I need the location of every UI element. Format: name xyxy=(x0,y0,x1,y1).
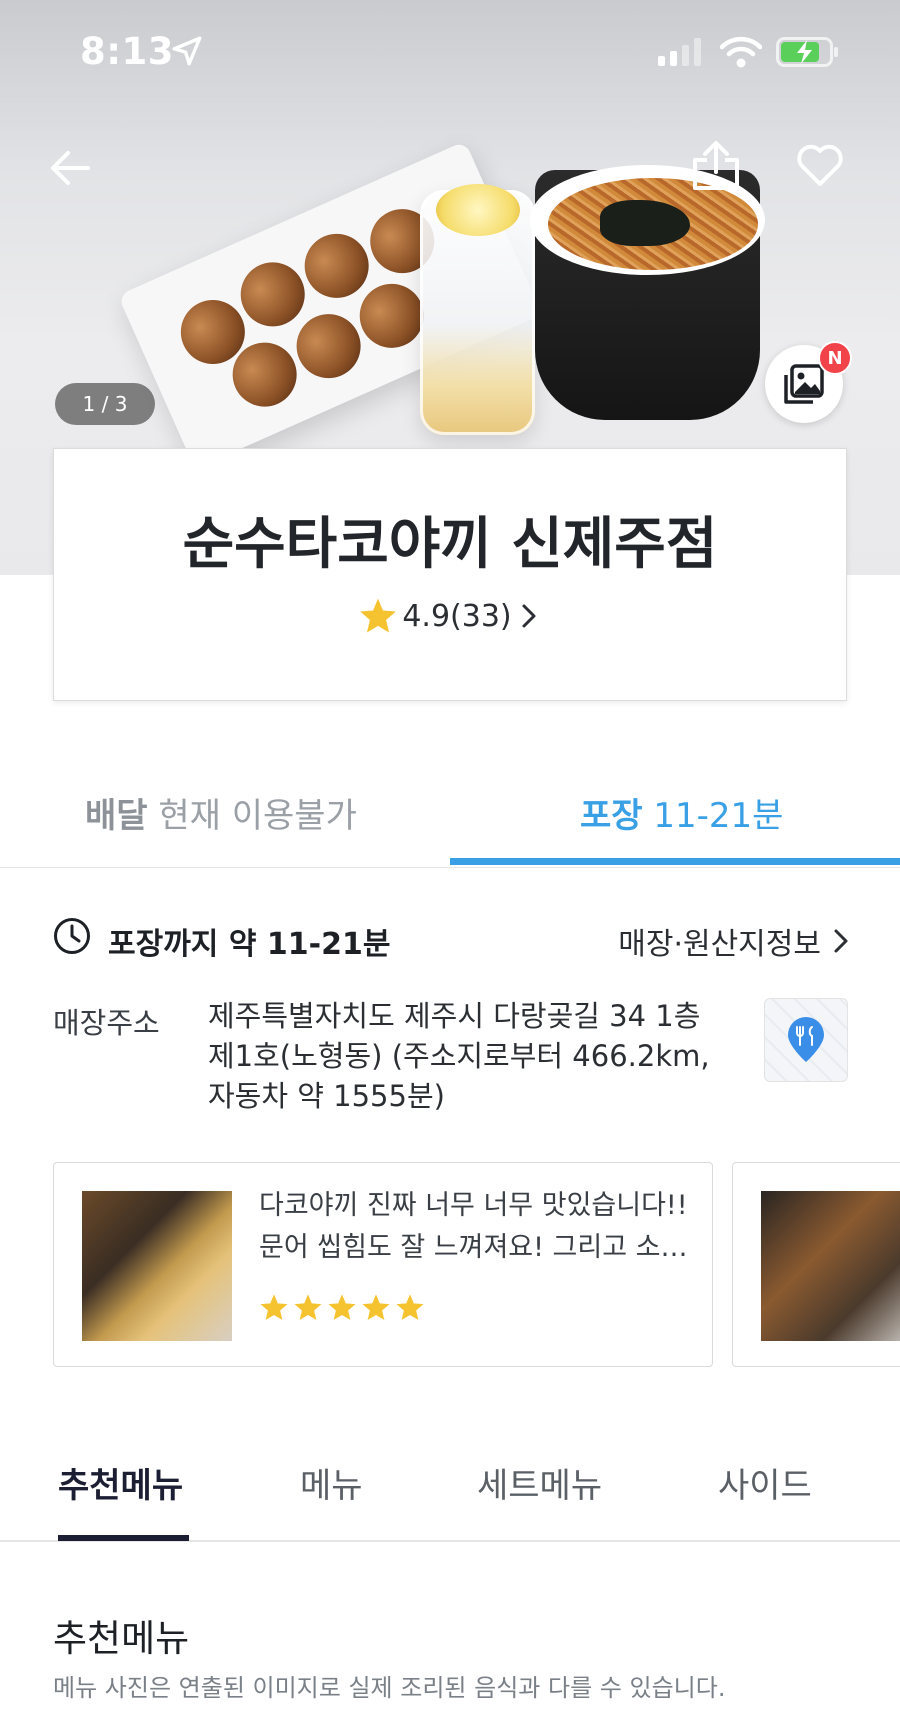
share-icon xyxy=(693,141,739,190)
gallery-icon xyxy=(784,364,824,404)
address-label: 매장주소 xyxy=(53,1006,160,1040)
status-bar: 8:13 xyxy=(0,0,900,100)
tab-delivery[interactable]: 배달 현재 이용불가 xyxy=(85,788,357,837)
address-line: 제주특별자치도 제주시 다랑곶길 34 1층 xyxy=(208,999,701,1033)
star-icon xyxy=(328,1294,356,1320)
active-tab-indicator xyxy=(58,1535,189,1541)
seaweed-image xyxy=(600,200,690,246)
chevron-right-icon xyxy=(522,604,536,628)
store-title-card: 순수타코야끼 신제주점 4.9(33) xyxy=(53,448,847,701)
pickup-estimate: 포장까지 약 11-21분 xyxy=(108,927,391,962)
review-photo xyxy=(82,1191,232,1341)
rating-link[interactable]: 4.9(33) xyxy=(54,597,846,635)
star-icon xyxy=(294,1294,322,1320)
address-line: 제1호(노형동) (주소지로부터 466.2km, xyxy=(208,1039,710,1073)
map-pin-restaurant-icon xyxy=(788,1017,824,1062)
origin-link-label: 매장·원산지정보 xyxy=(618,927,821,962)
delivery-label: 배달 xyxy=(85,796,148,836)
takoyaki-ball xyxy=(286,303,371,389)
tab-pickup[interactable]: 포장 11-21분 xyxy=(580,788,783,837)
address-text: 제주특별자치도 제주시 다랑곶길 34 1층 제1호(노형동) (주소지로부터 … xyxy=(208,996,738,1116)
address-line: 자동차 약 1555분) xyxy=(208,1079,445,1113)
map-button[interactable] xyxy=(764,998,848,1082)
tab-recommended-menu[interactable]: 추천메뉴 xyxy=(58,1458,183,1507)
pickup-time: 11-21분 xyxy=(653,796,784,836)
back-button[interactable] xyxy=(40,138,100,198)
section-note: 메뉴 사진은 연출된 이미지로 실제 조리된 음식과 다를 수 있습니다. xyxy=(53,1674,726,1702)
lemon-slice-image xyxy=(436,184,520,236)
favorite-button[interactable] xyxy=(790,136,850,196)
review-text: 다코야끼 진짜 너무 너무 맛있습니다!! 문어 씹힘도 잘 느껴져요! 그리고… xyxy=(259,1185,689,1269)
order-mode-tabs: 배달 현재 이용불가 포장 11-21분 xyxy=(0,750,900,868)
wifi-icon xyxy=(720,36,762,68)
rating-value: 4.9(33) xyxy=(402,598,512,634)
store-origin-info-link[interactable]: 매장·원산지정보 xyxy=(618,919,853,963)
location-arrow-icon xyxy=(172,36,202,66)
image-counter: 1 / 3 xyxy=(55,383,155,425)
review-line: 다코야끼 진짜 너무 너무 맛있습니다!! xyxy=(259,1190,688,1221)
heart-icon xyxy=(797,144,843,186)
tab-set-menu[interactable]: 세트메뉴 xyxy=(477,1458,602,1507)
back-arrow-icon xyxy=(51,151,90,185)
tab-side[interactable]: 사이드 xyxy=(718,1458,812,1507)
review-card-next[interactable] xyxy=(732,1162,900,1367)
tab-menu[interactable]: 메뉴 xyxy=(300,1458,363,1507)
review-stars xyxy=(259,1293,425,1322)
review-card[interactable]: 다코야끼 진짜 너무 너무 맛있습니다!! 문어 씹힘도 잘 느껴져요! 그리고… xyxy=(53,1162,713,1367)
signal-icon xyxy=(658,38,701,66)
section-title: 추천메뉴 xyxy=(53,1617,190,1660)
star-icon xyxy=(396,1294,424,1320)
star-icon xyxy=(260,1294,288,1320)
clock-icon xyxy=(54,918,90,954)
active-tab-indicator xyxy=(450,858,900,865)
menu-category-tabs: 추천메뉴 메뉴 세트메뉴 사이드 xyxy=(0,1418,900,1542)
star-icon xyxy=(362,1294,390,1320)
delivery-status: 현재 이용불가 xyxy=(158,796,357,836)
battery-charging-icon xyxy=(776,37,838,67)
review-photo xyxy=(761,1191,900,1341)
pickup-info-row: 포장까지 약 11-21분 매장·원산지정보 xyxy=(53,915,853,962)
status-time: 8:13 xyxy=(80,30,175,73)
chevron-right-icon xyxy=(834,929,848,953)
new-badge: N xyxy=(818,341,852,375)
review-line: 문어 씹힘도 잘 느껴져요! 그리고 소… xyxy=(259,1232,688,1263)
star-icon xyxy=(360,598,397,633)
pickup-label: 포장 xyxy=(580,796,643,836)
share-button[interactable] xyxy=(686,136,746,196)
store-name: 순수타코야끼 신제주점 xyxy=(182,512,718,577)
